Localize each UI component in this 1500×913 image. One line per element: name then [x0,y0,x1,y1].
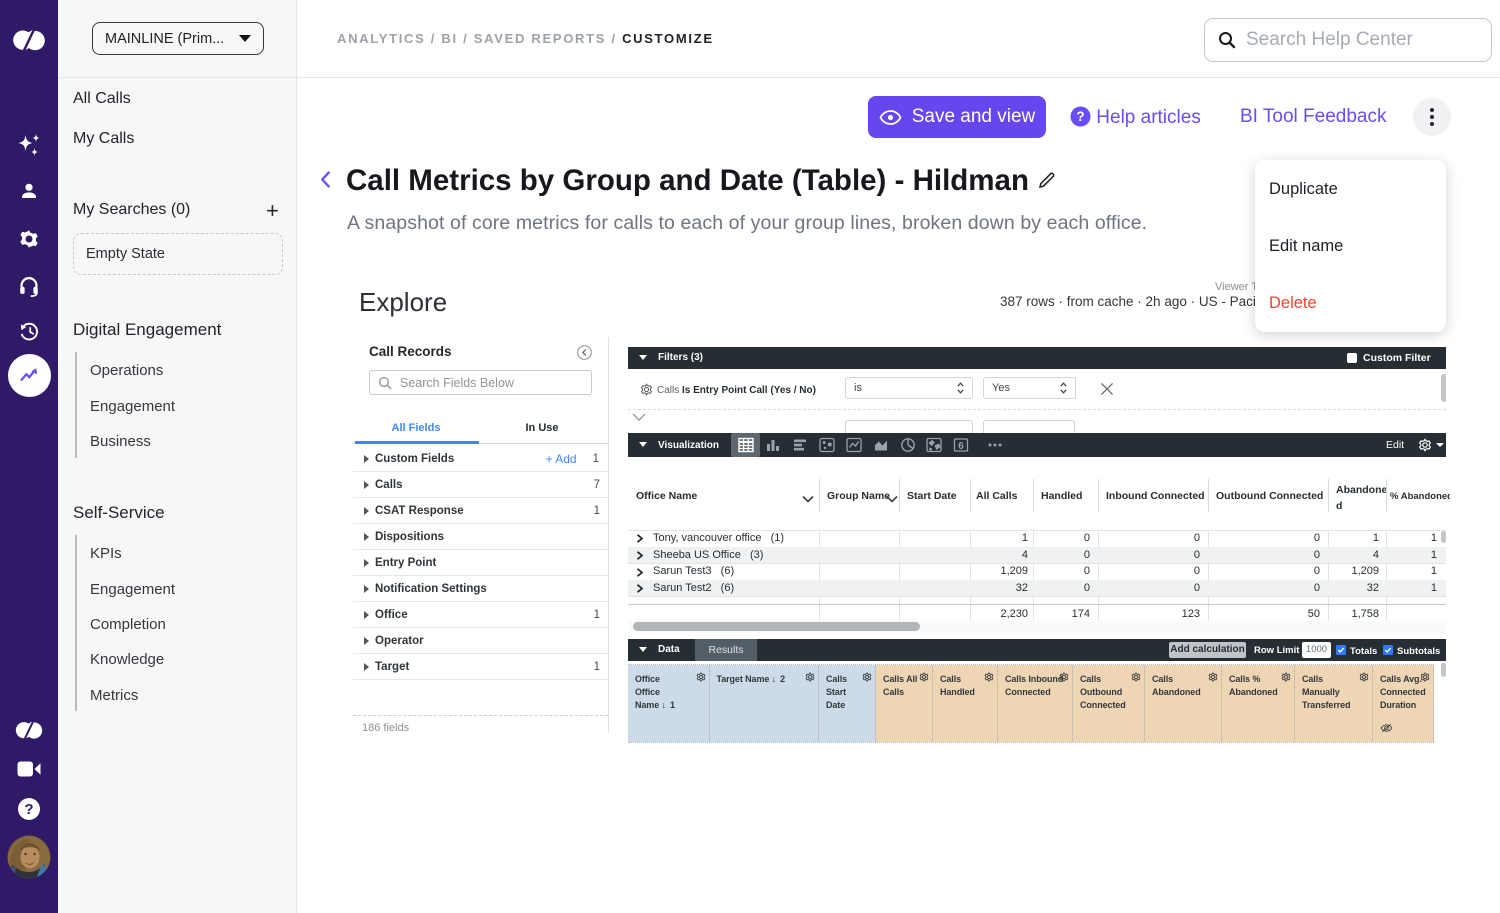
svg-text:?: ? [1076,109,1084,124]
svg-text:?: ? [24,801,33,818]
svg-text:6: 6 [959,441,965,452]
